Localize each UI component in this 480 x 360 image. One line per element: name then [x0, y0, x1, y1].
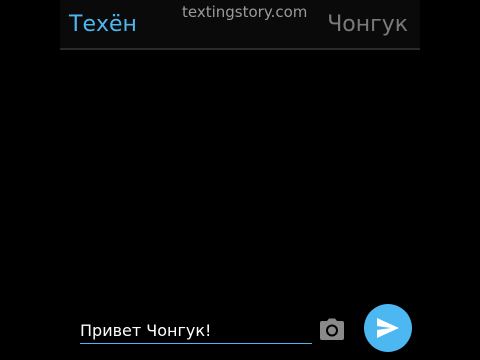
- contact-name-right[interactable]: Чонгук: [327, 12, 408, 38]
- composer-bar: [0, 300, 480, 360]
- contact-name-left[interactable]: Техён: [69, 12, 137, 38]
- watermark: textingstory.com: [182, 3, 308, 21]
- chat-screen: Техён Чонгук textingstory.com: [0, 0, 480, 360]
- send-icon: [377, 318, 399, 338]
- camera-icon: [320, 318, 344, 340]
- message-list: [60, 50, 420, 300]
- send-button[interactable]: [364, 304, 412, 352]
- message-input[interactable]: [80, 318, 312, 344]
- camera-button[interactable]: [319, 317, 345, 341]
